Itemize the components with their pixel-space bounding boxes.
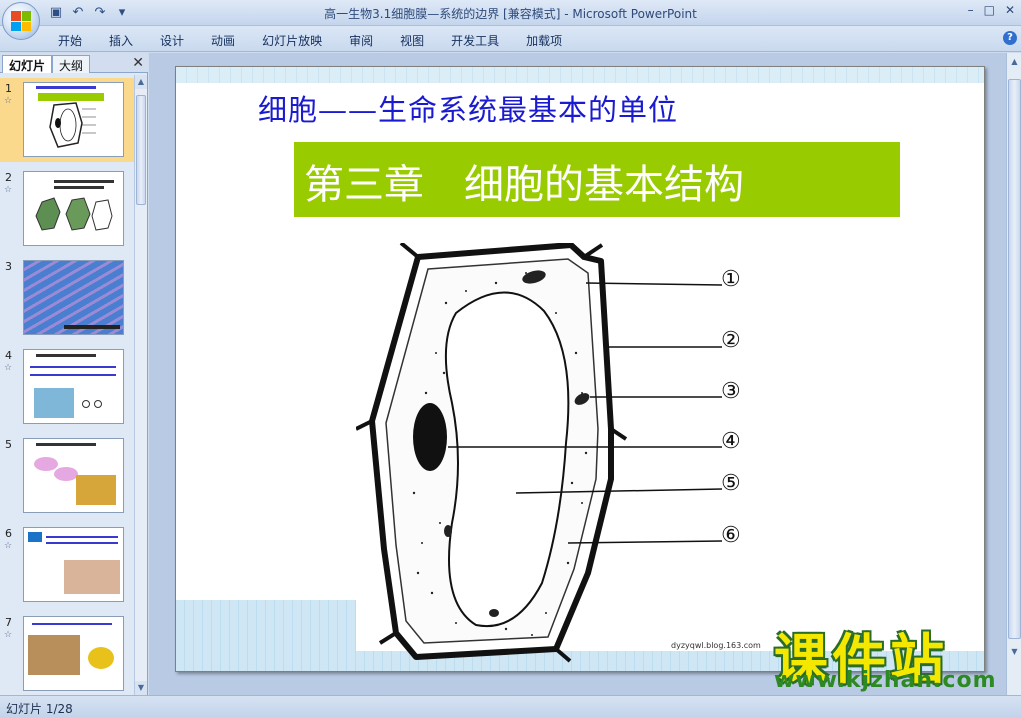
slide-number: 5 bbox=[5, 438, 12, 451]
tab-home[interactable]: 开始 bbox=[58, 32, 82, 49]
thumbnail-image bbox=[23, 349, 124, 424]
minimize-button[interactable]: – bbox=[968, 3, 974, 17]
animation-star-icon: ☆ bbox=[4, 541, 13, 551]
slide-number: 4 bbox=[5, 349, 12, 362]
office-button[interactable] bbox=[2, 2, 40, 40]
slide-number: 7 bbox=[5, 616, 12, 629]
status-bar: 幻灯片 1/28 bbox=[0, 695, 1021, 718]
tab-slides[interactable]: 幻灯片 bbox=[2, 55, 53, 73]
scroll-down-icon[interactable]: ▼ bbox=[135, 681, 147, 695]
tab-review[interactable]: 审阅 bbox=[349, 32, 373, 49]
editor-scrollbar[interactable]: ▲ ▼ bbox=[1006, 53, 1021, 695]
label-1: ① bbox=[721, 267, 741, 292]
office-logo-icon bbox=[11, 11, 31, 31]
brand-watermark: 课件站 www.kjzhan.com bbox=[768, 615, 1008, 695]
tab-design[interactable]: 设计 bbox=[160, 32, 184, 49]
slide-editor: 细胞——生命系统最基本的单位 第三章 细胞的基本结构 ① ② ③ ④ ⑤ ⑥ d… bbox=[149, 53, 1021, 695]
window-title: 高一生物3.1细胞膜—系统的边界 [兼容模式] - Microsoft Powe… bbox=[324, 7, 697, 21]
slide-number: 2 bbox=[5, 171, 12, 184]
tab-slideshow[interactable]: 幻灯片放映 bbox=[262, 32, 322, 49]
tab-animation[interactable]: 动画 bbox=[211, 32, 235, 49]
tab-developer[interactable]: 开发工具 bbox=[451, 32, 499, 49]
label-3: ③ bbox=[721, 379, 741, 404]
slide-canvas[interactable]: 细胞——生命系统最基本的单位 第三章 细胞的基本结构 ① ② ③ ④ ⑤ ⑥ d… bbox=[175, 66, 985, 672]
tab-view[interactable]: 视图 bbox=[400, 32, 424, 49]
blog-watermark: dyzyqwl.blog.163.com bbox=[671, 641, 761, 650]
thumbnail-image bbox=[23, 616, 124, 691]
panel-tabs: 幻灯片 大纲 ✕ bbox=[0, 53, 148, 73]
slide-thumbnail[interactable]: 5 bbox=[0, 434, 134, 518]
slide-thumbnail[interactable]: 4 ☆ bbox=[0, 345, 134, 429]
animation-star-icon: ☆ bbox=[4, 96, 13, 106]
chapter-title: 第三章 细胞的基本结构 bbox=[304, 162, 744, 208]
slide-counter: 幻灯片 1/28 bbox=[6, 702, 73, 716]
scroll-thumb[interactable] bbox=[1008, 79, 1021, 639]
chapter-banner[interactable]: 第三章 细胞的基本结构 bbox=[294, 142, 900, 217]
slide-number: 1 bbox=[5, 82, 12, 95]
tab-insert[interactable]: 插入 bbox=[109, 32, 133, 49]
tab-addins[interactable]: 加载项 bbox=[526, 32, 562, 49]
slide-thumbnail[interactable]: 3 bbox=[0, 256, 134, 340]
slide-thumbnails: 1 ☆ 2 ☆ 3 4 ☆ 5 6 ☆ 7 ☆ bbox=[0, 75, 134, 693]
slide-thumbnail[interactable]: 2 ☆ bbox=[0, 167, 134, 251]
ribbon: 开始 插入 设计 动画 幻灯片放映 审阅 视图 开发工具 加载项 ? bbox=[0, 26, 1021, 52]
window-controls: – □ ✕ bbox=[968, 3, 1015, 17]
animation-star-icon: ☆ bbox=[4, 185, 13, 195]
scroll-down-icon[interactable]: ▼ bbox=[1008, 645, 1021, 659]
slide-thumbnail[interactable]: 7 ☆ bbox=[0, 612, 134, 693]
thumbnail-image bbox=[23, 171, 124, 246]
title-bar: ▣ ↶ ↷ ▾ 高一生物3.1细胞膜—系统的边界 [兼容模式] - Micros… bbox=[0, 0, 1021, 26]
tab-outline[interactable]: 大纲 bbox=[52, 55, 91, 73]
thumbnail-image bbox=[23, 260, 124, 335]
thumbnail-image bbox=[23, 527, 124, 602]
scroll-up-icon[interactable]: ▲ bbox=[135, 75, 147, 89]
brand-url: www.kjzhan.com bbox=[774, 668, 997, 693]
slide-number: 3 bbox=[5, 260, 12, 273]
animation-star-icon: ☆ bbox=[4, 630, 13, 640]
label-5: ⑤ bbox=[721, 471, 741, 496]
label-6: ⑥ bbox=[721, 523, 741, 548]
slide-number: 6 bbox=[5, 527, 12, 540]
help-icon[interactable]: ? bbox=[1003, 31, 1017, 45]
animation-star-icon: ☆ bbox=[4, 363, 13, 373]
thumbnail-image bbox=[23, 438, 124, 513]
scroll-thumb[interactable] bbox=[136, 95, 146, 205]
close-button[interactable]: ✕ bbox=[1005, 3, 1015, 17]
label-4: ④ bbox=[721, 429, 741, 454]
label-2: ② bbox=[721, 328, 741, 353]
slide-title[interactable]: 细胞——生命系统最基本的单位 bbox=[258, 87, 678, 129]
close-icon[interactable]: ✕ bbox=[132, 55, 144, 71]
decorative-band bbox=[176, 600, 356, 671]
decorative-band bbox=[176, 67, 984, 83]
slide-thumbnail[interactable]: 6 ☆ bbox=[0, 523, 134, 607]
thumbnail-image bbox=[23, 82, 124, 157]
ribbon-tabs: 开始 插入 设计 动画 幻灯片放映 审阅 视图 开发工具 加载项 bbox=[58, 32, 589, 49]
thumbnail-scrollbar[interactable]: ▲ ▼ bbox=[134, 75, 147, 695]
scroll-up-icon[interactable]: ▲ bbox=[1008, 55, 1021, 69]
slide-thumbnail[interactable]: 1 ☆ bbox=[0, 78, 134, 162]
slides-panel: 幻灯片 大纲 ✕ 1 ☆ 2 ☆ 3 4 ☆ 5 6 ☆ 7 ☆ ▲ ▼ bbox=[0, 53, 148, 695]
maximize-button[interactable]: □ bbox=[984, 3, 995, 17]
